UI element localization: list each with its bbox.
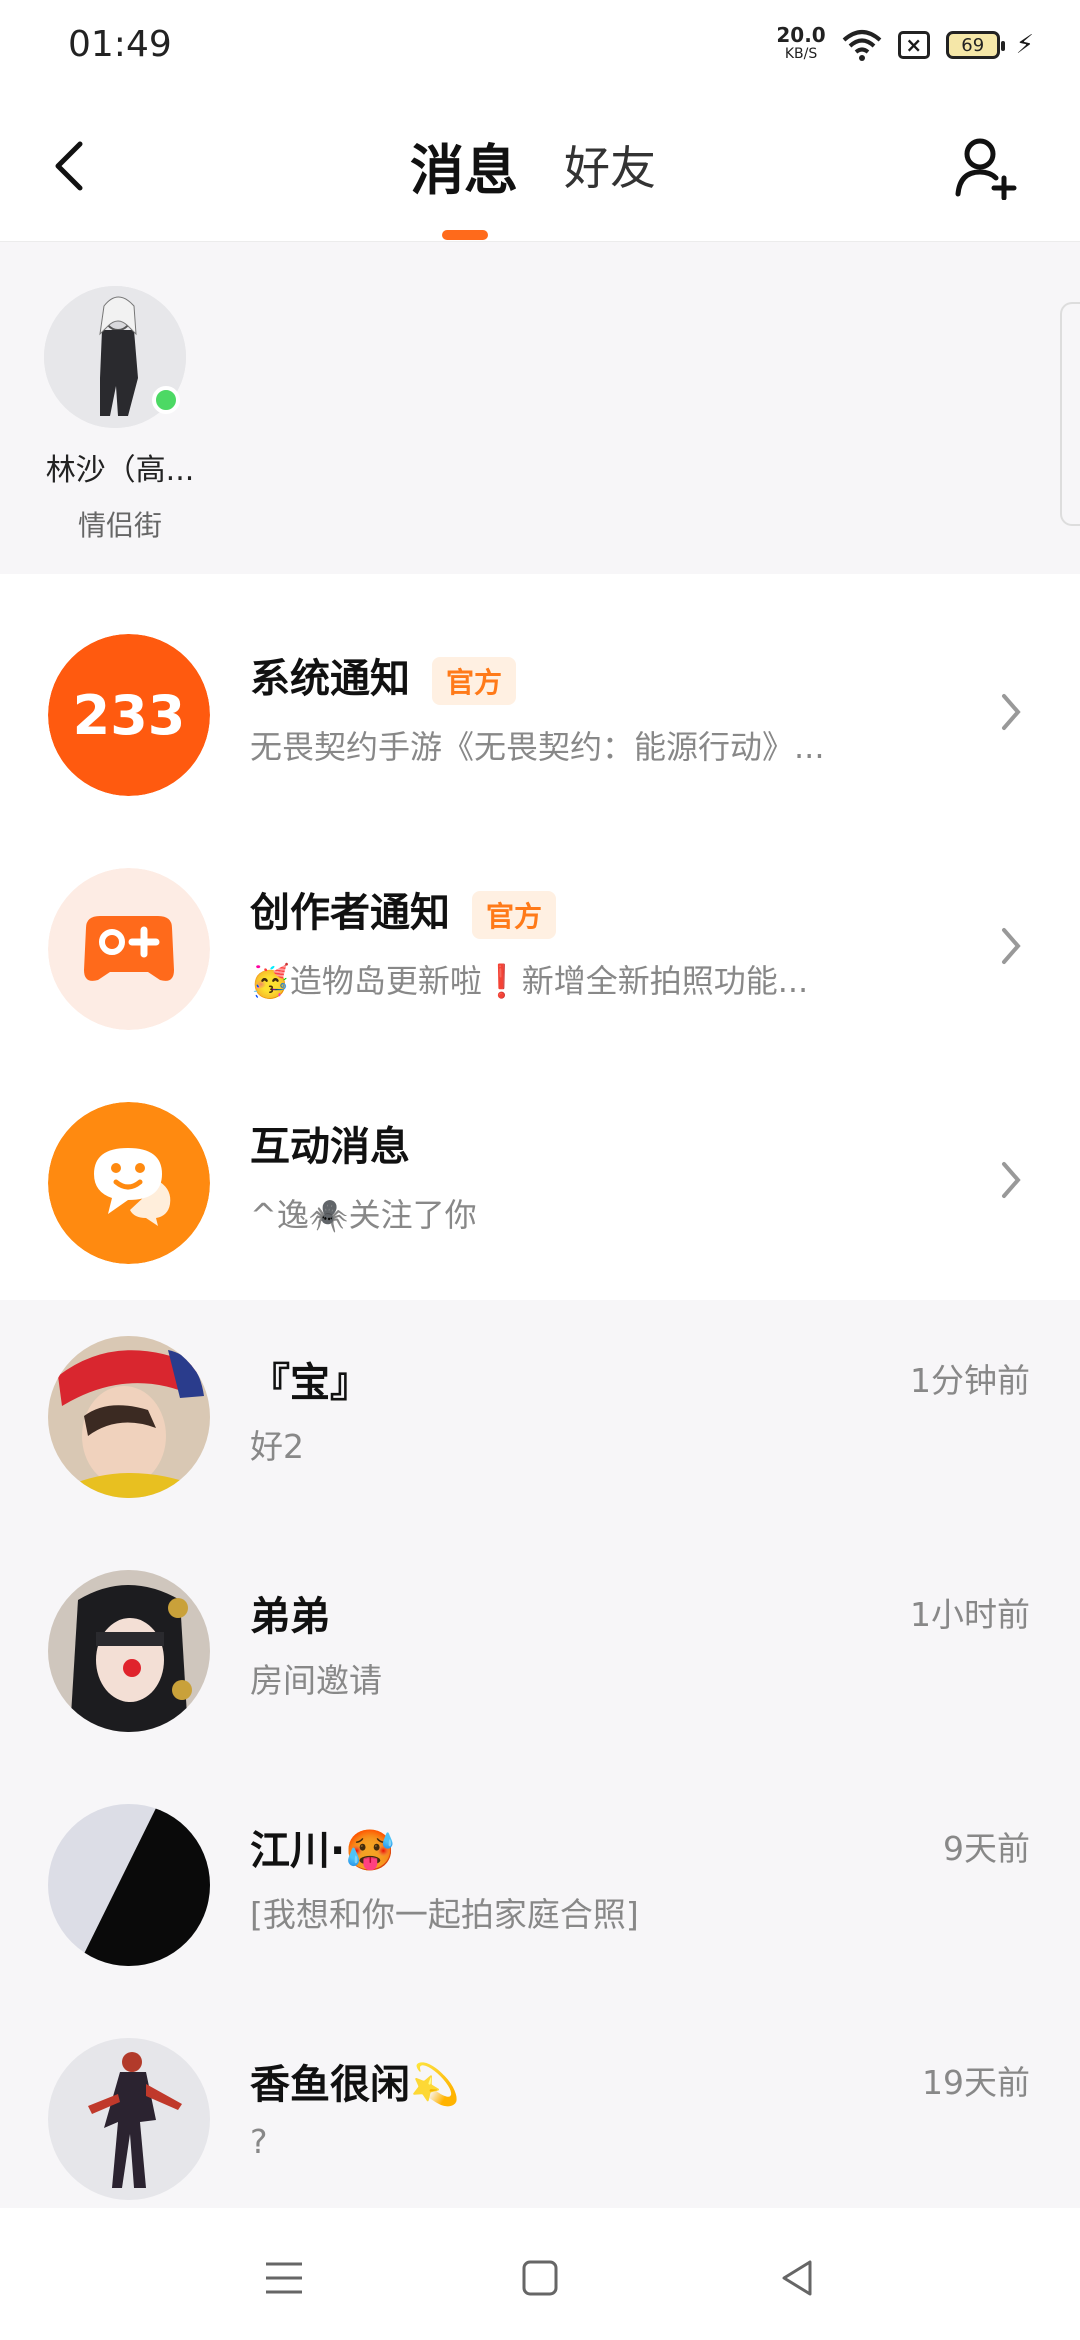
- official-badge: 官方: [432, 657, 517, 705]
- 233-logo-icon: 233: [48, 634, 210, 796]
- chat-name: 香鱼很闲💫: [250, 2062, 460, 2108]
- back-nav-icon[interactable]: [776, 2256, 820, 2300]
- home-icon[interactable]: [518, 2256, 562, 2300]
- chat-row[interactable]: 『宝』 好2 1分钟前: [0, 1306, 1080, 1540]
- logo-text: 233: [73, 684, 186, 747]
- chat-last-message: 房间邀请: [250, 1661, 382, 1700]
- chat-last-message: [我想和你一起拍家庭合照]: [250, 1895, 639, 1934]
- chevron-right-icon: [1002, 928, 1021, 964]
- user-avatar: [48, 1804, 210, 1966]
- side-drawer-handle[interactable]: [1060, 302, 1080, 526]
- top-nav: 消息 好友: [0, 96, 1080, 242]
- notification-title: 系统通知 官方: [250, 646, 517, 705]
- gamepad-plus-icon: [48, 868, 210, 1030]
- user-avatar: [48, 2038, 210, 2200]
- network-speed-value: 20.0: [776, 23, 826, 47]
- chat-row[interactable]: 香鱼很闲💫 ? 19天前: [0, 2008, 1080, 2242]
- chevron-right-icon: [1002, 694, 1021, 730]
- network-speed-unit: KB/S: [784, 46, 818, 62]
- notification-row-creator[interactable]: 创作者通知 官方 🥳造物岛更新啦❗新增全新拍照功能...: [0, 808, 1080, 1030]
- chevron-right-icon: [1002, 1162, 1021, 1198]
- favorite-friend-name[interactable]: 林沙（高...: [20, 445, 220, 489]
- active-tab-indicator: [442, 230, 488, 240]
- notification-title-text: 互动消息: [250, 1124, 410, 1170]
- back-icon[interactable]: [48, 136, 92, 196]
- notification-title: 创作者通知 官方: [250, 880, 557, 939]
- add-friend-icon[interactable]: [954, 134, 1020, 200]
- battery-icon: 69: [945, 31, 1005, 59]
- chat-last-message: ?: [250, 2122, 268, 2161]
- chat-name: 弟弟: [250, 1594, 330, 1640]
- chat-last-message: 好2: [250, 1427, 304, 1466]
- favorite-friend-tag: 情侣街: [77, 509, 162, 542]
- battery-level: 69: [961, 34, 985, 56]
- chat-name: 『宝』: [250, 1360, 370, 1406]
- notification-list: 233 系统通知 官方 无畏契约手游《无畏契约：能源行动》... 创作者通知 官方 …: [0, 574, 1080, 1300]
- notification-title-text: 系统通知: [250, 656, 410, 702]
- charging-icon: ⚡: [1015, 30, 1034, 60]
- user-avatar: [48, 1336, 210, 1498]
- no-sim-icon: ×: [897, 31, 930, 59]
- chat-timestamp: 19天前: [922, 2063, 1030, 2102]
- notification-subtitle: 🥳造物岛更新啦❗新增全新拍照功能...: [250, 962, 809, 1000]
- chat-smile-icon: [48, 1102, 210, 1264]
- notification-subtitle: ^逸🕷️关注了你: [250, 1196, 477, 1234]
- notification-row-interaction[interactable]: 互动消息 ^逸🕷️关注了你: [0, 1042, 1080, 1264]
- chat-row[interactable]: 江川·🥵 [我想和你一起拍家庭合照] 9天前: [0, 1774, 1080, 2008]
- notification-row-system[interactable]: 233 系统通知 官方 无畏契约手游《无畏契约：能源行动》...: [0, 574, 1080, 796]
- official-badge: 官方: [472, 891, 557, 939]
- status-bar: 01:49 20.0 KB/S × 69 ⚡: [0, 0, 1080, 96]
- notification-title-text: 创作者通知: [250, 890, 450, 936]
- status-time: 01:49: [68, 24, 172, 65]
- notification-title: 互动消息: [250, 1114, 410, 1172]
- user-avatar: [48, 1570, 210, 1732]
- tab-friends[interactable]: 好友: [564, 132, 656, 198]
- menu-icon[interactable]: [262, 2256, 306, 2300]
- notification-subtitle: 无畏契约手游《无畏契约：能源行动》...: [250, 728, 825, 766]
- chat-timestamp: 9天前: [943, 1829, 1030, 1868]
- system-nav-bar: [0, 2208, 1080, 2340]
- chat-row[interactable]: 弟弟 房间邀请 1小时前: [0, 1540, 1080, 1774]
- online-status-dot: [152, 386, 180, 414]
- chat-timestamp: 1小时前: [910, 1595, 1030, 1634]
- tab-messages[interactable]: 消息: [410, 126, 518, 205]
- network-speed: 20.0 KB/S: [776, 23, 826, 64]
- chat-name: 江川·🥵: [250, 1828, 395, 1874]
- wifi-icon: [842, 30, 882, 61]
- chat-timestamp: 1分钟前: [910, 1361, 1030, 1400]
